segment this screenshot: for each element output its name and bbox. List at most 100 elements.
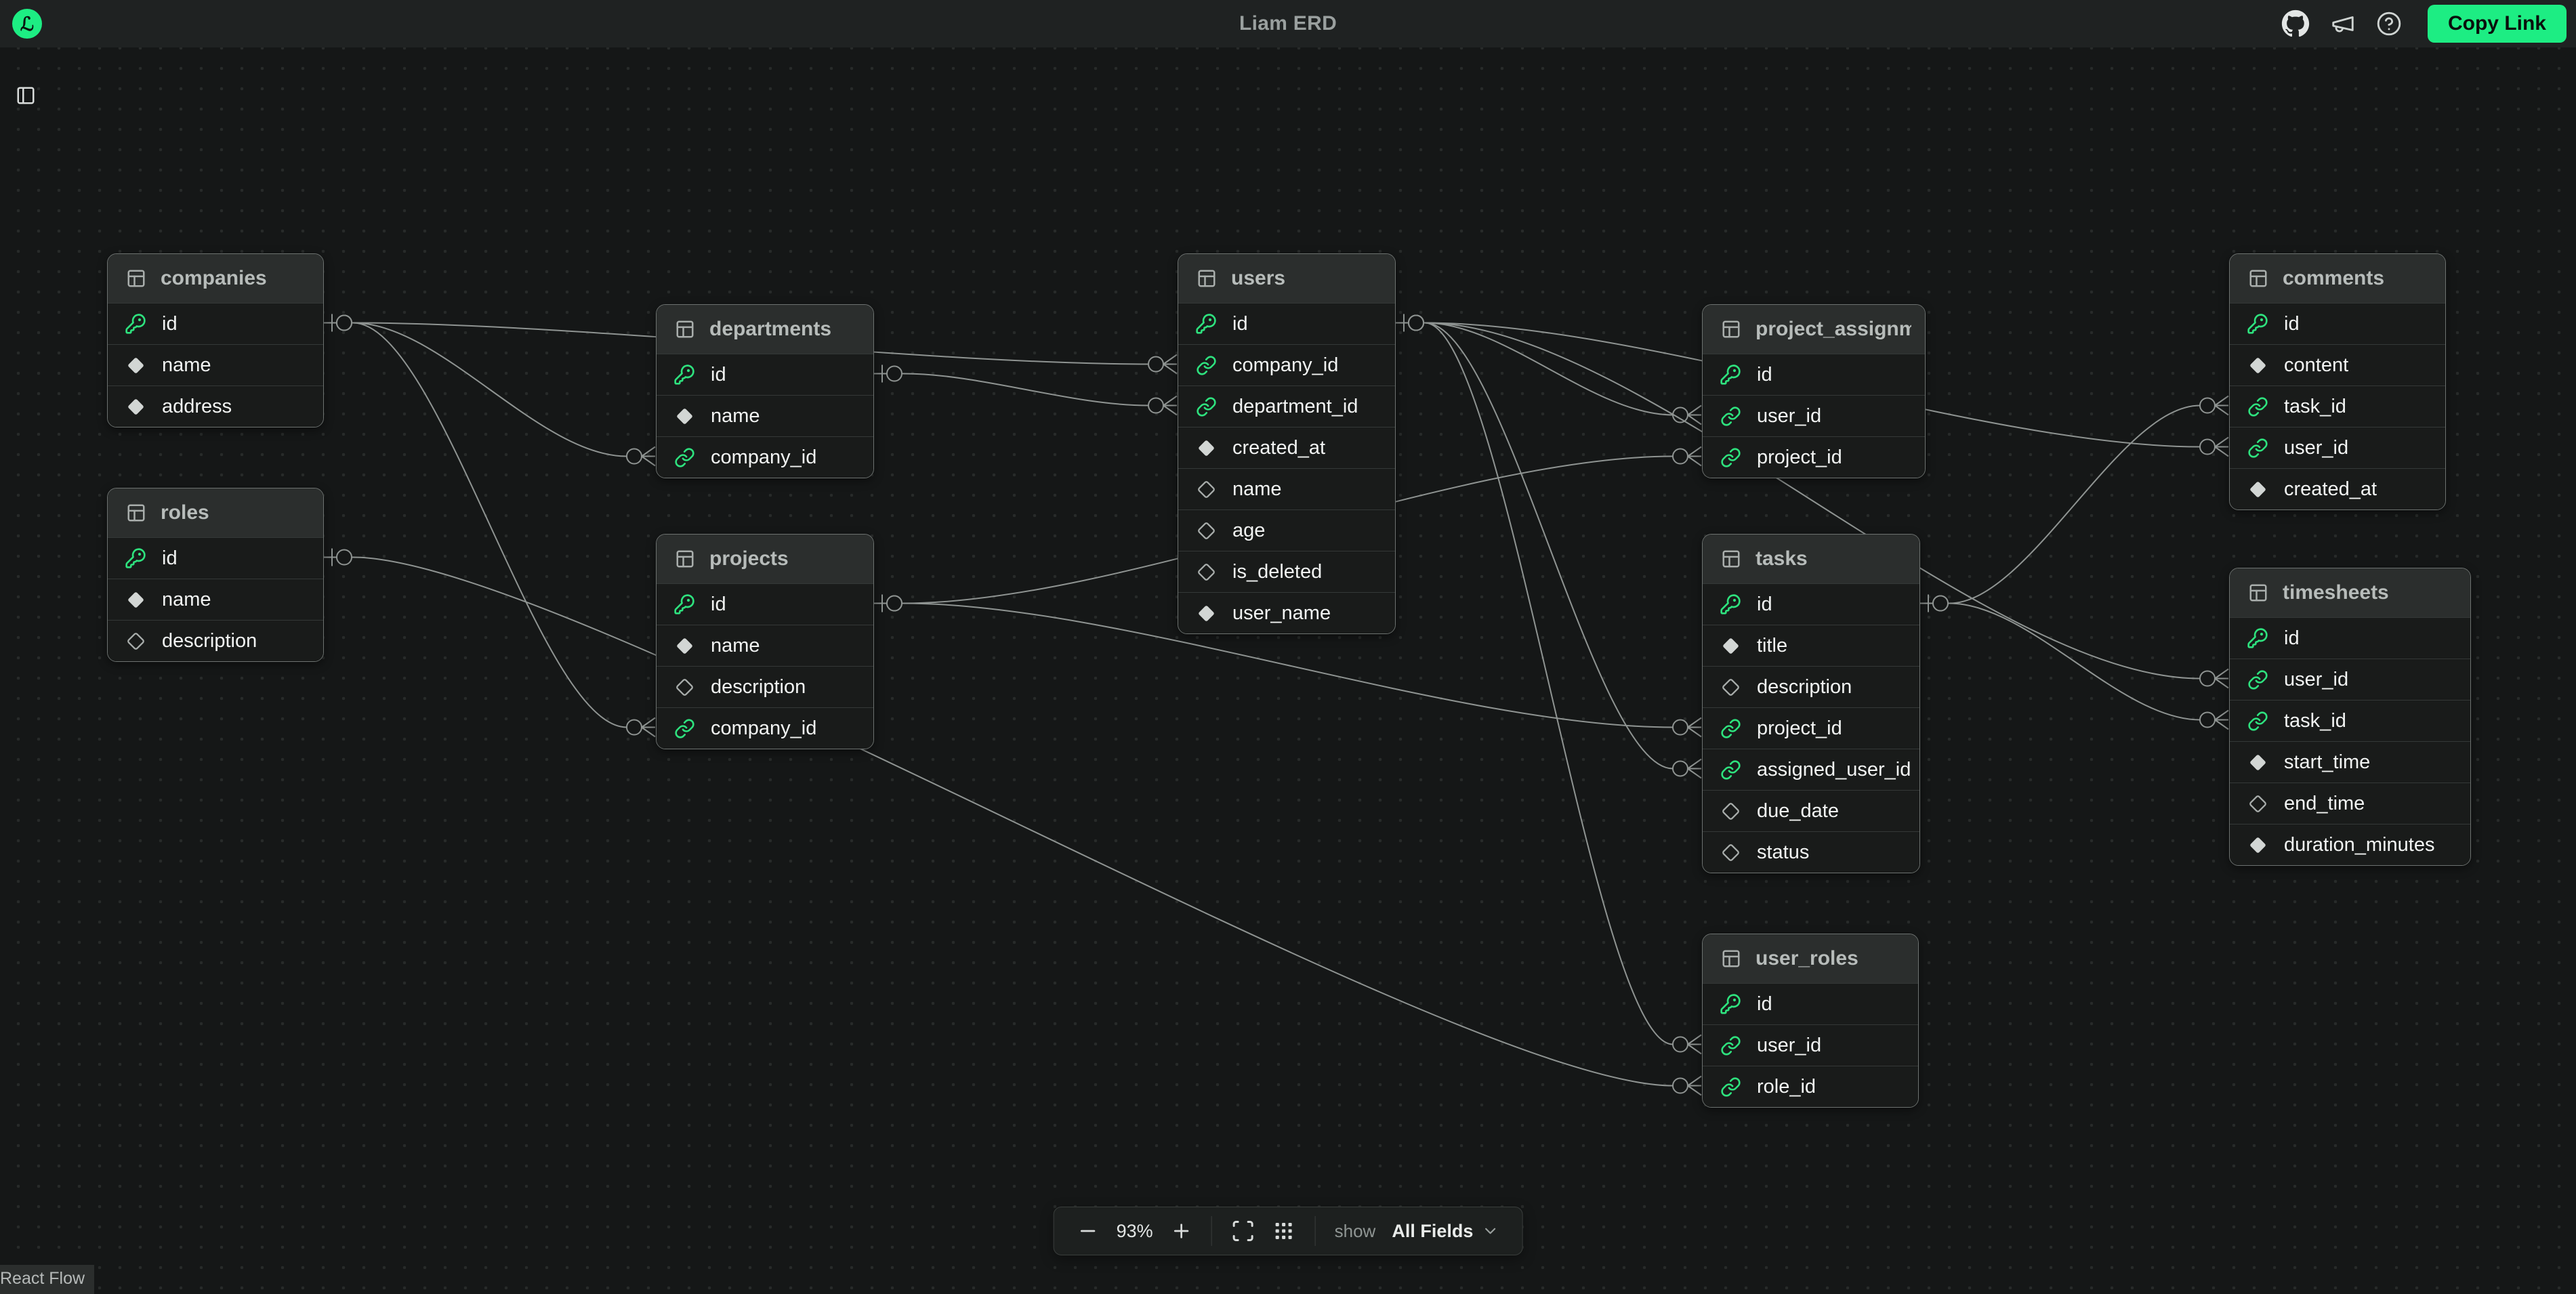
foreign-key-link-icon [1720, 718, 1741, 739]
column-row-user_name[interactable]: user_name [1178, 592, 1395, 633]
table-companies[interactable]: companiesid name address [107, 253, 324, 427]
table-tasks[interactable]: tasks idtitledescriptionproject_idassigne… [1702, 534, 1920, 873]
table-projects[interactable]: projectsidnamedescriptioncompany_id [656, 534, 874, 749]
column-row-department_id[interactable]: department_id [1178, 385, 1395, 427]
column-name: end_time [2284, 793, 2365, 815]
column-row-name[interactable]: name [1178, 468, 1395, 509]
table-name: timesheets [2283, 581, 2389, 604]
column-row-id[interactable]: id [2230, 617, 2470, 659]
help-icon [2376, 11, 2402, 37]
column-row-user_id[interactable]: user_id [2230, 427, 2445, 468]
column-row-end_time[interactable]: end_time [2230, 782, 2470, 824]
panel-left-toggle-button[interactable] [11, 83, 41, 110]
column-row-task_id[interactable]: task_id [2230, 700, 2470, 741]
column-name: role_id [1757, 1076, 1816, 1098]
react-flow-attribution[interactable]: React Flow [0, 1265, 94, 1294]
column-row-address[interactable]: address [108, 385, 323, 427]
column-row-id[interactable]: id [1178, 303, 1395, 344]
table-roles[interactable]: rolesidnamedescription [107, 488, 324, 662]
github-button[interactable] [2281, 9, 2310, 38]
table-header: users [1178, 254, 1395, 303]
column-row-is_deleted[interactable]: is_deleted [1178, 551, 1395, 592]
column-row-age[interactable]: age [1178, 509, 1395, 551]
table-comments[interactable]: commentsidcontenttask_iduser_idcreated_a… [2229, 253, 2446, 510]
column-row-status[interactable]: status [1703, 831, 1919, 873]
not-null-diamond-icon [673, 407, 695, 425]
column-row-name[interactable]: name [108, 579, 323, 620]
fit-view-button[interactable] [1231, 1219, 1255, 1243]
erd-canvas[interactable]: companiesidnameaddressrolesidnamedescrip… [0, 0, 2576, 1294]
column-row-company_id[interactable]: company_id [657, 707, 873, 749]
column-row-user_id[interactable]: user_id [2230, 659, 2470, 700]
tidy-up-button[interactable] [1272, 1219, 1296, 1243]
column-row-duration_minutes[interactable]: duration_minutes [2230, 824, 2470, 865]
column-row-id[interactable]: id [2230, 303, 2445, 344]
table-name: tasks [1756, 547, 1808, 570]
column-name: address [162, 396, 232, 418]
column-row-role_id[interactable]: role_id [1703, 1066, 1918, 1107]
table-departments[interactable]: departmentsidnamecompany_id [656, 304, 874, 478]
column-row-name[interactable]: name [657, 395, 873, 436]
column-row-name[interactable]: name [108, 344, 323, 385]
release-notes-button[interactable] [2330, 11, 2356, 37]
table-timesheets[interactable]: timesheets iduser_idtask_idstart_time end_… [2229, 568, 2471, 866]
column-row-company_id[interactable]: company_id [1178, 344, 1395, 385]
column-name: name [162, 354, 211, 377]
primary-key-icon [673, 593, 695, 615]
column-row-start_time[interactable]: start_time [2230, 741, 2470, 782]
toolbar-divider [1315, 1216, 1316, 1246]
table-icon [675, 319, 695, 339]
column-name: age [1232, 520, 1265, 542]
column-row-company_id[interactable]: company_id [657, 436, 873, 478]
table-project_assignments[interactable]: project_assignme...iduser_idproject_id [1702, 304, 1926, 478]
column-row-assigned_user_id[interactable]: assigned_user_id [1703, 749, 1919, 790]
primary-key-icon [1720, 993, 1741, 1015]
primary-key-icon [2247, 627, 2268, 649]
copy-link-button[interactable]: Copy Link [2428, 5, 2567, 43]
column-row-user_id[interactable]: user_id [1703, 1024, 1918, 1066]
table-icon [1721, 948, 1741, 969]
primary-key-icon [1720, 593, 1741, 615]
column-row-user_id[interactable]: user_id [1703, 395, 1925, 436]
foreign-key-link-icon [1720, 447, 1741, 468]
foreign-key-link-icon [1720, 1077, 1741, 1098]
liam-logo[interactable]: ℒ [12, 9, 42, 39]
column-row-id[interactable]: id [1703, 983, 1918, 1024]
table-user_roles[interactable]: user_rolesiduser_idrole_id [1702, 934, 1919, 1108]
primary-key-icon [2247, 313, 2268, 335]
tables-layer: companiesidnameaddressrolesidnamedescrip… [0, 0, 2576, 1294]
nullable-diamond-icon [673, 678, 695, 696]
column-row-id[interactable]: id [657, 354, 873, 395]
table-users[interactable]: usersidcompany_iddepartment_idcreated_at… [1178, 253, 1396, 634]
table-header: companies [108, 254, 323, 303]
foreign-key-link-icon [673, 447, 695, 468]
column-row-id[interactable]: id [1703, 583, 1919, 625]
column-row-description[interactable]: description [108, 620, 323, 661]
column-row-id[interactable]: id [108, 537, 323, 579]
column-row-project_id[interactable]: project_id [1703, 707, 1919, 749]
zoom-out-button[interactable] [1077, 1220, 1099, 1242]
table-icon [1721, 549, 1741, 569]
table-header: timesheets [2230, 568, 2470, 617]
column-row-title[interactable]: title [1703, 625, 1919, 666]
zoom-in-button[interactable] [1171, 1220, 1192, 1242]
not-null-diamond-icon [2247, 480, 2268, 499]
column-row-due_date[interactable]: due_date [1703, 790, 1919, 831]
help-button[interactable] [2376, 11, 2402, 37]
column-row-created_at[interactable]: created_at [1178, 427, 1395, 468]
fields-filter-dropdown[interactable]: All Fields [1392, 1221, 1499, 1242]
column-row-id[interactable]: id [108, 303, 323, 344]
column-row-task_id[interactable]: task_id [2230, 385, 2445, 427]
column-row-name[interactable]: name [657, 625, 873, 666]
column-row-description[interactable]: description [1703, 666, 1919, 707]
column-row-id[interactable]: id [657, 583, 873, 625]
not-null-diamond-icon [1195, 439, 1217, 457]
column-row-created_at[interactable]: created_at [2230, 468, 2445, 509]
column-row-description[interactable]: description [657, 666, 873, 707]
primary-key-icon [1195, 313, 1217, 335]
nullable-diamond-icon [1720, 678, 1741, 696]
column-row-id[interactable]: id [1703, 354, 1925, 395]
column-row-project_id[interactable]: project_id [1703, 436, 1925, 478]
foreign-key-link-icon [2247, 669, 2268, 690]
column-row-content[interactable]: content [2230, 344, 2445, 385]
